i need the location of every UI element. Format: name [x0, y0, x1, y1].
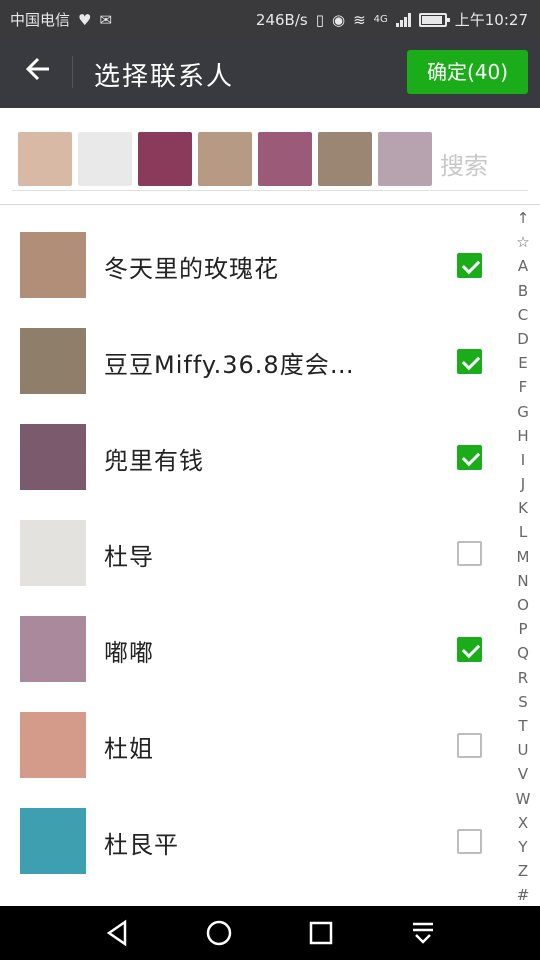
- eye-icon: ◉: [331, 10, 346, 29]
- avatar: [20, 232, 86, 298]
- title-bar: 选择联系人 确定(40): [0, 36, 540, 108]
- signal-icon: [395, 12, 411, 27]
- vibrate-icon: ▯: [315, 10, 324, 29]
- index-letter[interactable]: P: [510, 617, 536, 641]
- contact-checkbox[interactable]: [457, 253, 482, 278]
- selected-avatar[interactable]: [258, 132, 312, 186]
- page-title: 选择联系人: [94, 62, 235, 92]
- contact-row[interactable]: 豆豆Miffy.36.8度会…: [0, 301, 508, 397]
- contact-row[interactable]: 杜艮平: [0, 781, 508, 877]
- index-letter[interactable]: Y: [510, 835, 536, 859]
- contact-checkbox[interactable]: [457, 445, 482, 470]
- contact-name: 杜导: [104, 543, 154, 571]
- arrow-left-icon: [25, 57, 49, 81]
- index-letter[interactable]: K: [510, 496, 536, 520]
- selected-avatar[interactable]: [318, 132, 372, 186]
- avatar: [20, 616, 86, 682]
- index-letter[interactable]: B: [510, 279, 536, 303]
- heart-icon: ♥: [78, 10, 92, 29]
- contact-row[interactable]: 杜姐: [0, 685, 508, 781]
- selected-contacts-bar: 搜索: [0, 108, 540, 204]
- contact-list[interactable]: 冬天里的玫瑰花豆豆Miffy.36.8度会… 兜里有钱杜导嘟嘟杜姐杜艮平: [0, 205, 508, 905]
- avatar: [20, 424, 86, 490]
- index-letter[interactable]: G: [510, 400, 536, 424]
- nav-home-button[interactable]: [204, 918, 234, 948]
- index-letter[interactable]: M: [510, 545, 536, 569]
- index-letter[interactable]: C: [510, 303, 536, 327]
- index-letter[interactable]: U: [510, 738, 536, 762]
- navigation-bar: [0, 906, 540, 960]
- contact-row[interactable]: 冬天里的玫瑰花: [0, 205, 508, 301]
- index-letter[interactable]: J: [510, 472, 536, 496]
- selected-avatar[interactable]: [378, 132, 432, 186]
- index-letter[interactable]: #: [510, 883, 536, 907]
- wifi-icon: ≋: [353, 10, 366, 29]
- index-letter[interactable]: I: [510, 448, 536, 472]
- index-letter[interactable]: ↑: [510, 206, 536, 230]
- avatar: [20, 328, 86, 394]
- circle-home-icon: [206, 920, 232, 946]
- contact-checkbox[interactable]: [457, 541, 482, 566]
- contact-checkbox[interactable]: [457, 349, 482, 374]
- triangle-back-icon: [106, 919, 127, 947]
- index-letter[interactable]: E: [510, 351, 536, 375]
- battery-icon: [418, 12, 450, 27]
- index-letter[interactable]: X: [510, 811, 536, 835]
- avatar: [20, 520, 86, 586]
- index-letter[interactable]: O: [510, 593, 536, 617]
- speed-label: 246B/s: [255, 10, 308, 29]
- nav-menu-button[interactable]: [408, 918, 438, 948]
- avatar: [20, 712, 86, 778]
- index-letter[interactable]: D: [510, 327, 536, 351]
- contact-checkbox[interactable]: [457, 733, 482, 758]
- contact-row[interactable]: 杜导: [0, 493, 508, 589]
- index-letter[interactable]: H: [510, 424, 536, 448]
- wechat-icon: ✉: [99, 10, 113, 29]
- contact-row[interactable]: 兜里有钱: [0, 397, 508, 493]
- contact-name: 豆豆Miffy.36.8度会…: [104, 351, 355, 379]
- selected-avatar[interactable]: [18, 132, 72, 186]
- index-letter[interactable]: ☆: [510, 230, 536, 254]
- contact-name: 冬天里的玫瑰花: [104, 255, 279, 283]
- index-letter[interactable]: V: [510, 762, 536, 786]
- carrier-label: 中国电信: [10, 11, 71, 29]
- clock: 上午10:27: [454, 11, 528, 29]
- status-bar: 中国电信 ♥ ✉ 246B/s ▯ ◉ ≋ 4G 上午10:27: [0, 0, 540, 36]
- square-recent-icon: [309, 921, 333, 945]
- avatar: [20, 808, 86, 874]
- index-letter[interactable]: T: [510, 714, 536, 738]
- alphabet-index-bar[interactable]: ↑ ☆ A B C D E F G H I J K L M N O P Q R S T U V W X Y Z #: [510, 206, 536, 906]
- selected-avatar[interactable]: [138, 132, 192, 186]
- nav-recent-button[interactable]: [306, 918, 336, 948]
- nav-back-button[interactable]: [103, 918, 133, 948]
- contact-row[interactable]: 嘟嘟: [0, 589, 508, 685]
- selected-avatar[interactable]: [78, 132, 132, 186]
- confirm-button[interactable]: 确定(40): [407, 50, 528, 94]
- selected-avatar[interactable]: [198, 132, 252, 186]
- selected-avatar-row: [18, 132, 432, 186]
- index-letter[interactable]: N: [510, 569, 536, 593]
- search-input[interactable]: 搜索: [440, 146, 488, 181]
- index-letter[interactable]: F: [510, 375, 536, 399]
- contact-checkbox[interactable]: [457, 829, 482, 854]
- contact-name: 杜姐: [104, 735, 154, 763]
- contact-name: 嘟嘟: [104, 639, 154, 667]
- index-letter[interactable]: R: [510, 666, 536, 690]
- index-letter[interactable]: Q: [510, 641, 536, 665]
- index-letter[interactable]: S: [510, 690, 536, 714]
- index-letter[interactable]: W: [510, 787, 536, 811]
- back-button[interactable]: [20, 54, 56, 90]
- index-letter[interactable]: A: [510, 254, 536, 278]
- contact-checkbox[interactable]: [457, 637, 482, 662]
- index-letter[interactable]: Z: [510, 859, 536, 883]
- contact-name: 杜艮平: [104, 831, 179, 859]
- search-underline: [12, 190, 528, 191]
- down-arrow-icon: [413, 922, 433, 944]
- index-letter[interactable]: L: [510, 520, 536, 544]
- contact-name: 兜里有钱: [104, 447, 204, 475]
- header-divider: [72, 56, 73, 88]
- network-label: 4G: [373, 14, 388, 25]
